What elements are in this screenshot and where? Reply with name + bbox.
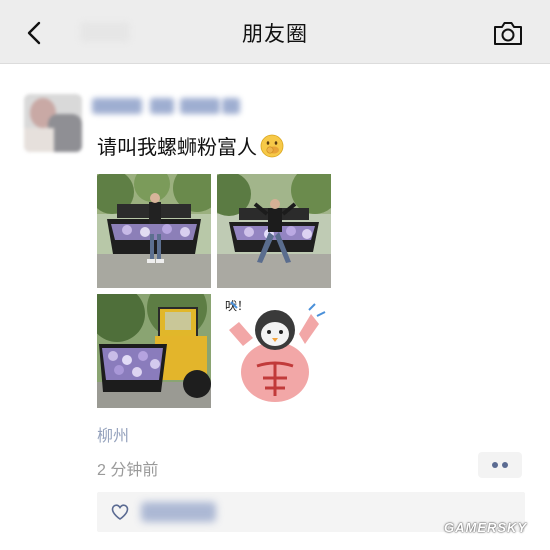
post-text-content: 请叫我螺蛳粉富人 bbox=[97, 137, 257, 159]
photo-2[interactable] bbox=[217, 174, 331, 288]
camera-icon[interactable] bbox=[492, 18, 524, 48]
blurred-liker-names[interactable] bbox=[141, 502, 216, 522]
moments-post: 请叫我螺蛳粉富人 吠！ 柳州 2 分钟前 bbox=[0, 64, 550, 550]
top-navigation-bar: 朋友圈 bbox=[0, 0, 550, 64]
photo-4-penguin-sticker[interactable]: 吠！ bbox=[217, 294, 331, 408]
page-title: 朋友圈 bbox=[242, 23, 308, 46]
watermark: GAMERSKY bbox=[444, 520, 528, 535]
photo-1[interactable] bbox=[97, 174, 211, 288]
post-text: 请叫我螺蛳粉富人 bbox=[97, 134, 284, 162]
money-mouth-face-emoji bbox=[260, 134, 284, 158]
svg-text:吠！: 吠！ bbox=[225, 299, 249, 313]
blurred-nickname[interactable] bbox=[92, 94, 242, 120]
post-time: 2 分钟前 bbox=[97, 462, 159, 479]
heart-icon bbox=[111, 504, 129, 520]
location-link[interactable]: 柳州 bbox=[97, 422, 129, 446]
avatar[interactable] bbox=[24, 94, 82, 152]
more-dots-icon[interactable] bbox=[478, 452, 522, 478]
photo-3[interactable] bbox=[97, 294, 211, 408]
